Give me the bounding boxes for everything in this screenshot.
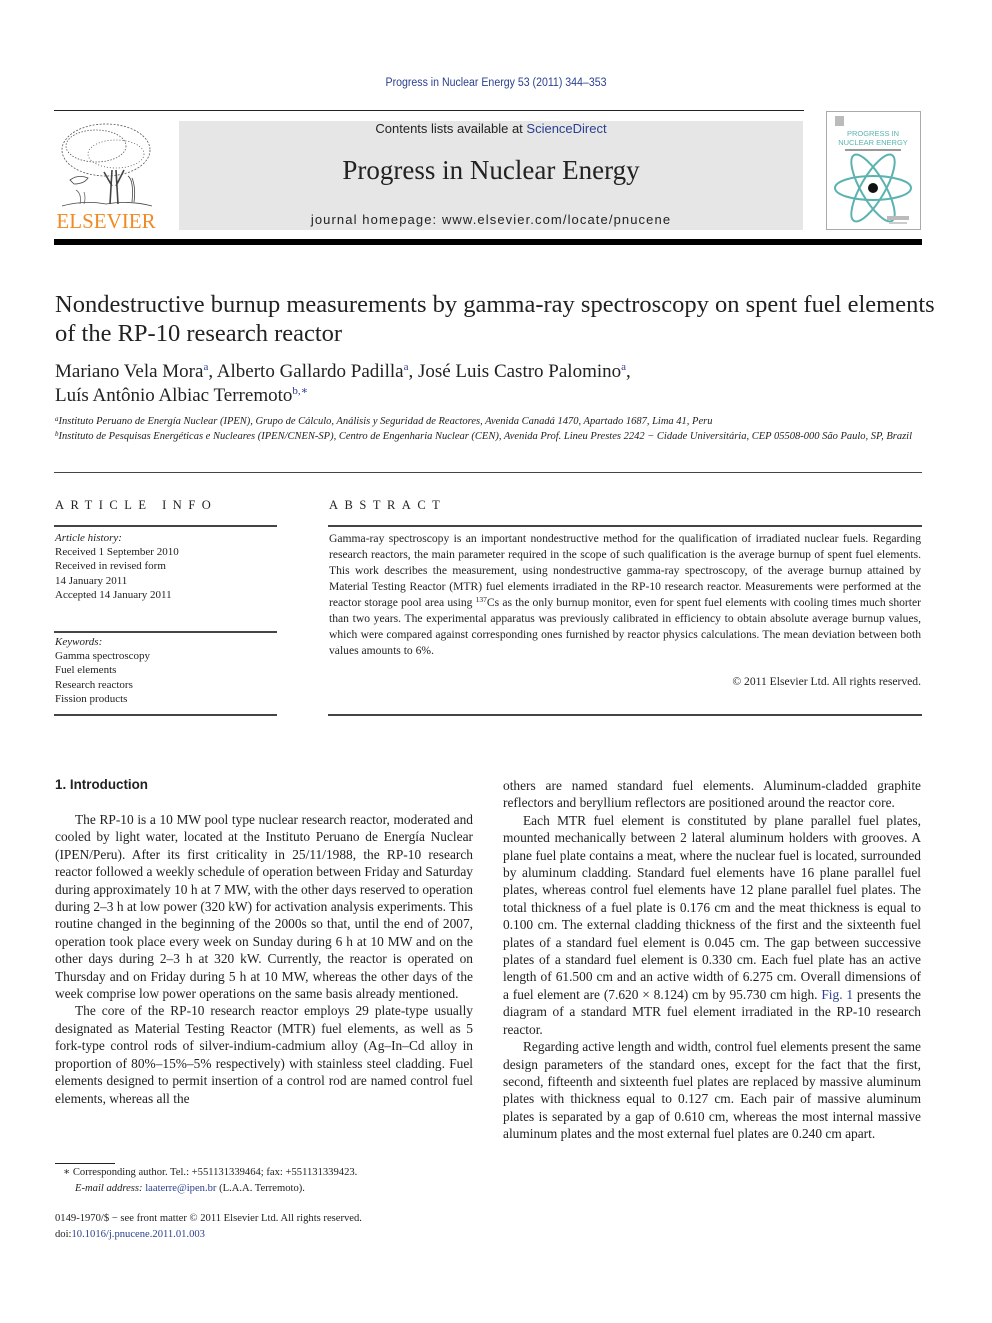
doi-link[interactable]: 10.1016/j.pnucene.2011.01.003	[71, 1229, 204, 1240]
keyword-item: Gamma spectroscopy	[55, 650, 150, 663]
history-label: Article history:	[55, 532, 122, 544]
divider	[54, 714, 277, 716]
affiliation-text: Instituto Peruano de Energía Nuclear (IP…	[58, 416, 713, 427]
header-rule	[54, 110, 804, 111]
author-separator: ,	[626, 361, 631, 382]
history-item: Received in revised form	[55, 560, 166, 573]
author-name[interactable]: Alberto Gallardo Padilla	[217, 361, 404, 382]
section-heading-introduction: 1. Introduction	[55, 777, 148, 792]
body-column-right: others are named standard fuel elements.…	[503, 777, 921, 1143]
author-name[interactable]: Mariano Vela Mora	[55, 361, 203, 382]
body-paragraph: The core of the RP-10 research reactor e…	[55, 1003, 473, 1106]
elsevier-logo[interactable]: ELSEVIER	[54, 120, 158, 233]
journal-cover-thumbnail[interactable]: PROGRESS IN NUCLEAR ENERGY	[826, 111, 921, 230]
author-separator: ,	[208, 361, 217, 382]
author-separator: ,	[408, 361, 418, 382]
footnote-contact: Corresponding author. Tel.: +55113133946…	[70, 1167, 358, 1178]
history-item: Accepted 14 January 2011	[55, 588, 172, 601]
cover-title-line2: NUCLEAR ENERGY	[838, 138, 908, 147]
divider	[328, 525, 922, 527]
abstract-text: Gamma-ray spectroscopy is an important n…	[329, 531, 921, 659]
journal-citation-link[interactable]: Progress in Nuclear Energy 53 (2011) 344…	[40, 77, 953, 89]
keyword-item: Fuel elements	[55, 664, 117, 677]
corresponding-author-footnote: ∗ Corresponding author. Tel.: +551131339…	[55, 1165, 475, 1196]
footnote-line: E-mail address: laaterre@ipen.br (L.A.A.…	[55, 1181, 475, 1197]
article-history: Article history: Received 1 September 20…	[55, 531, 275, 602]
divider	[54, 631, 277, 633]
keywords: Keywords: Gamma spectroscopy Fuel elemen…	[55, 635, 275, 706]
affiliation-b: bInstituto de Pesquisas Energéticas e Nu…	[55, 430, 935, 445]
paragraph-text: Each MTR fuel element is constituted by …	[503, 812, 921, 1002]
affiliation-link[interactable]: b,∗	[292, 385, 308, 397]
atom-cover-icon: PROGRESS IN NUCLEAR ENERGY	[834, 116, 912, 224]
article-info-heading: ARTICLE INFO	[55, 498, 218, 512]
history-item: 14 January 2011	[55, 574, 128, 587]
abstract-heading: ABSTRACT	[329, 498, 447, 512]
figure-1-link[interactable]: Fig. 1	[821, 987, 853, 1002]
cover-title-line1: PROGRESS IN	[847, 129, 899, 138]
contents-prefix: Contents lists available at	[375, 121, 527, 136]
affiliation-text: Instituto de Pesquisas Energéticas e Nuc…	[58, 430, 913, 442]
journal-name: Progress in Nuclear Energy	[342, 155, 640, 185]
body-paragraph: others are named standard fuel elements.…	[503, 778, 921, 811]
front-matter-text: 0149-1970/$ − see front matter © 2011 El…	[55, 1213, 362, 1224]
body-paragraph: Regarding active length and width, contr…	[503, 1039, 921, 1142]
isotope-superscript: 137	[475, 595, 487, 604]
body-column-left: The RP-10 is a 10 MW pool type nuclear r…	[55, 811, 473, 1107]
divider	[54, 472, 922, 473]
elsevier-wordmark: ELSEVIER	[56, 209, 155, 232]
email-link[interactable]: laaterre@ipen.br	[145, 1183, 216, 1194]
divider	[54, 525, 277, 527]
article-title: Nondestructive burnup measurements by ga…	[55, 291, 935, 347]
email-label: E-mail address:	[75, 1182, 146, 1194]
body-paragraph: The RP-10 is a 10 MW pool type nuclear r…	[55, 812, 473, 1002]
body-paragraph: Each MTR fuel element is constituted by …	[503, 812, 921, 1038]
keyword-item: Fission products	[55, 692, 128, 705]
history-item: Received 1 September 2010	[55, 546, 179, 559]
sciencedirect-link[interactable]: ScienceDirect	[526, 121, 606, 136]
affiliations: aInstituto Peruano de Energía Nuclear (I…	[55, 415, 935, 444]
author-list: Mariano Vela Moraa, Alberto Gallardo Pad…	[55, 360, 935, 408]
elsevier-tree-icon: ELSEVIER	[56, 123, 156, 233]
author-name[interactable]: Luís Antônio Albiac Terremoto	[55, 385, 292, 406]
footnote-rule	[55, 1163, 115, 1164]
email-owner: (L.A.A. Terremoto).	[216, 1182, 305, 1194]
doi-line: doi:10.1016/j.pnucene.2011.01.003	[55, 1227, 475, 1243]
abstract-copyright: © 2011 Elsevier Ltd. All rights reserved…	[732, 675, 921, 688]
front-matter-notice: 0149-1970/$ − see front matter © 2011 El…	[55, 1211, 475, 1242]
affiliation-a: aInstituto Peruano de Energía Nuclear (I…	[55, 415, 935, 430]
author-name[interactable]: José Luis Castro Palomino	[418, 361, 621, 382]
keyword-item: Research reactors	[55, 678, 133, 691]
journal-homepage-link[interactable]: journal homepage: www.elsevier.com/locat…	[179, 212, 803, 227]
keywords-label: Keywords:	[55, 636, 103, 648]
divider	[328, 714, 922, 716]
doi-label: doi:	[55, 1228, 72, 1240]
contents-availability: Contents lists available at ScienceDirec…	[179, 121, 803, 136]
footnote-line: ∗ Corresponding author. Tel.: +551131339…	[55, 1165, 475, 1181]
header-thick-rule	[54, 239, 922, 245]
